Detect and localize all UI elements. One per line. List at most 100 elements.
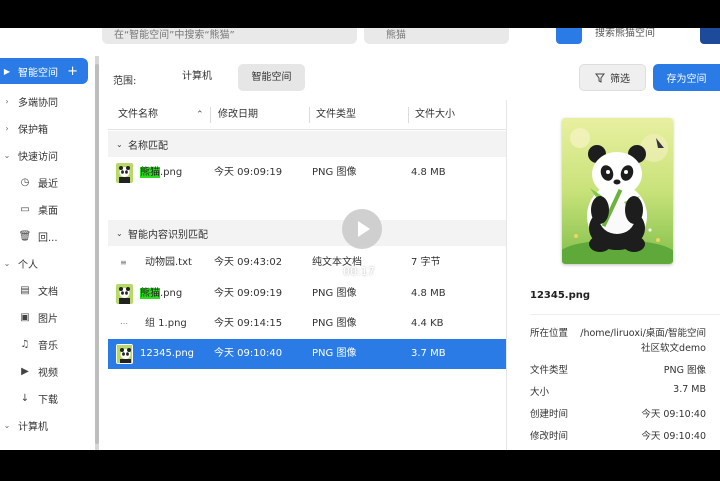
sidebar-section-quick-access[interactable]: ⌄ 快速访问 bbox=[0, 142, 92, 168]
sidebar-item-label: 桌面 bbox=[38, 205, 58, 217]
chevron-right-icon: › bbox=[5, 123, 9, 133]
divider bbox=[530, 314, 720, 315]
column-divider bbox=[210, 107, 211, 123]
chevron-down-icon: ⌄ bbox=[3, 420, 11, 430]
sidebar-section-computer[interactable]: ⌄ 计算机 bbox=[0, 412, 92, 438]
column-header-type[interactable]: 文件类型 bbox=[316, 100, 356, 130]
sidebar-scrollbar-thumb[interactable] bbox=[95, 64, 99, 444]
filter-button[interactable]: 筛选 bbox=[579, 64, 646, 91]
table-row[interactable]: ≡ 动物园.txt 今天 09:43:02 纯文本文档 7 字节 bbox=[108, 248, 506, 278]
scope-option-computer[interactable]: 计算机 bbox=[172, 64, 222, 90]
table-row-selected[interactable]: 12345.png 今天 09:10:40 PNG 图像 3.7 MB bbox=[108, 339, 506, 369]
sidebar-item-label: 图片 bbox=[38, 313, 58, 325]
sidebar-item-recent[interactable]: ◷ 最近 bbox=[0, 169, 92, 195]
group-header-smart-content-match[interactable]: ⌄ 智能内容识别匹配 bbox=[108, 220, 506, 246]
add-icon[interactable]: + bbox=[67, 64, 78, 79]
file-name: 动物园.txt bbox=[145, 257, 192, 268]
sidebar-item-label: 音乐 bbox=[38, 340, 58, 352]
search-button[interactable] bbox=[556, 28, 582, 44]
column-header-size[interactable]: 文件大小 bbox=[415, 100, 455, 130]
file-name: 熊猫.png bbox=[140, 279, 182, 309]
sidebar-item-label: 计算机 bbox=[18, 421, 48, 433]
column-header-date[interactable]: 修改日期 bbox=[218, 100, 258, 130]
video-timecode: 00:17 bbox=[343, 265, 375, 278]
sidebar-item-label: 多端协同 bbox=[18, 97, 58, 109]
file-name: 12345.png bbox=[140, 348, 195, 359]
window-control-button[interactable] bbox=[700, 28, 720, 44]
table-row[interactable]: 熊猫.png 今天 09:09:19 PNG 图像 4.8 MB bbox=[108, 279, 506, 309]
sidebar-item-trash[interactable]: 🗑 回... bbox=[0, 223, 92, 249]
video-letterbox-bottom bbox=[0, 450, 720, 481]
image-preview bbox=[562, 118, 673, 264]
file-type: PNG 图像 bbox=[312, 167, 357, 178]
chevron-down-icon: ⌄ bbox=[116, 139, 123, 149]
sidebar-item-music[interactable]: ♫ 音乐 bbox=[0, 331, 92, 357]
file-date: 今天 09:10:40 bbox=[214, 348, 283, 359]
file-manager-window: 在“智能空间”中搜索“熊猫” 熊猫 搜索熊猫空间 ▶ 智能空间 + › 多端协同… bbox=[0, 28, 720, 450]
file-date: 今天 09:43:02 bbox=[214, 257, 283, 268]
file-name: 组 1.png bbox=[145, 318, 187, 329]
search-keyword-field[interactable]: 熊猫 bbox=[364, 28, 509, 44]
group-header-name-match[interactable]: ⌄ 名称匹配 bbox=[108, 131, 506, 157]
file-name: 熊猫.png bbox=[140, 158, 182, 188]
file-size: 3.7 MB bbox=[411, 348, 446, 359]
detail-type-label: 文件类型 bbox=[530, 365, 569, 376]
sidebar-item-label: 回... bbox=[38, 232, 58, 244]
sidebar-item-multi-device[interactable]: › 多端协同 bbox=[0, 88, 92, 114]
panda-thumbnail-icon bbox=[116, 344, 133, 364]
sidebar-item-pictures[interactable]: ▣ 图片 bbox=[0, 304, 92, 330]
scope-option-smart-space[interactable]: 智能空间 bbox=[238, 64, 305, 91]
sidebar-item-vault[interactable]: › 保护箱 bbox=[0, 115, 92, 141]
search-input[interactable]: 在“智能空间”中搜索“熊猫” bbox=[102, 28, 357, 44]
music-icon: ♫ bbox=[20, 338, 30, 350]
sidebar-item-label: 视频 bbox=[38, 367, 58, 379]
detail-modified-value: 今天 09:10:40 bbox=[641, 431, 706, 442]
file-type: PNG 图像 bbox=[312, 348, 357, 359]
file-size: 4.8 MB bbox=[411, 167, 446, 178]
detail-size-label: 大小 bbox=[530, 387, 550, 398]
sort-up-icon[interactable]: ⌃ bbox=[196, 100, 204, 130]
save-as-space-button[interactable]: 存为空间 bbox=[653, 64, 720, 91]
image-icon: ▣ bbox=[20, 311, 30, 323]
results-table: 文件名称 ⌃ 修改日期 文件类型 文件大小 ⌄ 名称匹配 熊猫.png 今天 0… bbox=[108, 100, 506, 450]
sidebar-item-smart-space[interactable]: ▶ 智能空间 + bbox=[0, 58, 88, 84]
file-size: 4.4 KB bbox=[411, 318, 444, 329]
sidebar-item-desktop[interactable]: ▭ 桌面 bbox=[0, 196, 92, 222]
advanced-search-button[interactable]: 搜索熊猫空间 bbox=[595, 28, 655, 39]
file-type: PNG 图像 bbox=[312, 318, 357, 329]
table-row[interactable]: 熊猫.png 今天 09:09:19 PNG 图像 4.8 MB bbox=[108, 158, 506, 188]
sidebar-item-label: 保护箱 bbox=[18, 124, 48, 136]
chevron-down-icon: ⌄ bbox=[116, 228, 123, 238]
video-play-button[interactable] bbox=[342, 209, 382, 249]
sidebar-item-downloads[interactable]: ↓ 下载 bbox=[0, 385, 92, 411]
panda-thumbnail-icon bbox=[116, 284, 133, 304]
detail-location-label: 所在位置 bbox=[530, 328, 569, 339]
trash-icon: 🗑 bbox=[18, 230, 32, 242]
sidebar-item-label: 最近 bbox=[38, 178, 58, 190]
clock-icon: ◷ bbox=[20, 176, 30, 188]
filter-button-label: 筛选 bbox=[610, 74, 630, 85]
column-header-name[interactable]: 文件名称 bbox=[118, 100, 158, 130]
sidebar-item-videos[interactable]: ▶ 视频 bbox=[0, 358, 92, 384]
group-label: 智能内容识别匹配 bbox=[128, 229, 208, 241]
file-size: 4.8 MB bbox=[411, 288, 446, 299]
panda-thumbnail-icon bbox=[116, 163, 133, 183]
text-file-icon: ≡ bbox=[120, 258, 127, 267]
download-icon: ↓ bbox=[20, 392, 30, 404]
sidebar: ▶ 智能空间 + › 多端协同 › 保护箱 ⌄ 快速访问 ◷ 最近 ▭ 桌面 🗑… bbox=[0, 56, 96, 450]
table-row[interactable]: ⋯ 组 1.png 今天 09:14:15 PNG 图像 4.4 KB bbox=[108, 309, 506, 339]
sidebar-item-label: 智能空间 bbox=[18, 67, 58, 79]
image-file-icon: ⋯ bbox=[120, 319, 128, 328]
toolbar: 在“智能空间”中搜索“熊猫” 熊猫 搜索熊猫空间 bbox=[0, 28, 720, 48]
column-divider bbox=[408, 107, 409, 123]
sidebar-section-personal[interactable]: ⌄ 个人 bbox=[0, 250, 92, 276]
file-name-match-highlight: 熊猫 bbox=[140, 288, 160, 299]
sidebar-item-documents[interactable]: ▤ 文档 bbox=[0, 277, 92, 303]
detail-created-label: 创建时间 bbox=[530, 409, 569, 420]
detail-location-value-cont: 社区软文demo bbox=[641, 343, 706, 354]
pane-divider[interactable] bbox=[506, 100, 507, 450]
detail-file-name: 12345.png bbox=[530, 290, 591, 301]
document-icon: ▤ bbox=[20, 284, 30, 296]
details-pane: 12345.png 所在位置 /home/liruoxi/桌面/智能空间 社区软… bbox=[513, 100, 720, 450]
detail-location-value: /home/liruoxi/桌面/智能空间 bbox=[580, 328, 706, 339]
